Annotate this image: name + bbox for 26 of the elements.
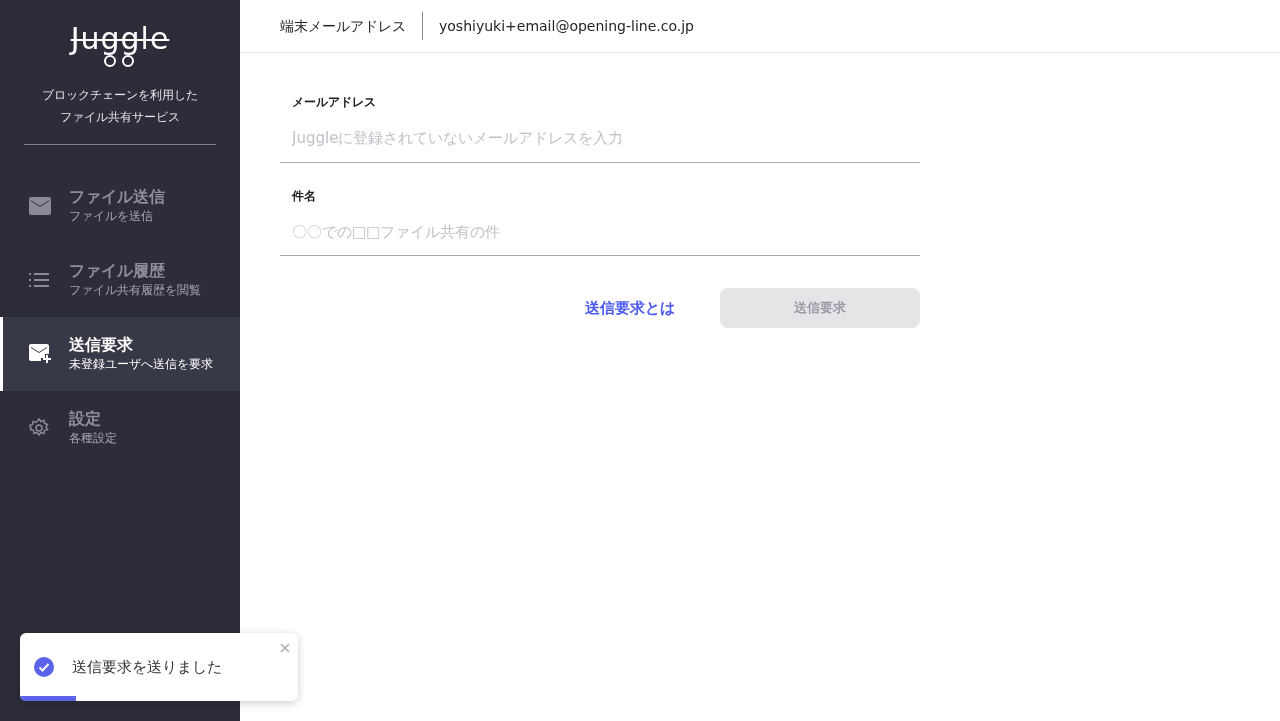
item-title: 設定 (69, 408, 102, 430)
header-email: yoshiyuki+email@opening-line.co.jp (438, 16, 694, 36)
toast-message: 送信要求を送りました (72, 656, 222, 678)
item-title: ファイル履歴 (69, 260, 166, 282)
mail-icon (29, 197, 51, 215)
help-link[interactable]: 送信要求とは (585, 296, 675, 320)
field-label: 件名 (292, 187, 317, 205)
sidebar-item[interactable]: ファイル履歴 ファイル共有履歴を閲覧 (0, 243, 240, 317)
logo: Juggle (70, 24, 170, 54)
item-subtitle: ファイルを送信 (69, 208, 154, 226)
list-icon (29, 272, 49, 288)
header-label: 端末メールアドレス (280, 12, 423, 40)
item-title: 送信要求 (69, 334, 134, 356)
tagline: ファイル共有サービス (59, 109, 181, 126)
sidebar-item[interactable]: 送信要求 未登録ユーザへ送信を要求 (0, 317, 240, 391)
item-subtitle: 未登録ユーザへ送信を要求 (69, 356, 213, 374)
sidebar-item[interactable]: ファイル送信 ファイルを送信 (0, 169, 240, 243)
sidebar-item[interactable]: 設定 各種設定 (0, 391, 240, 465)
gear-icon (29, 418, 49, 438)
mail-plus-icon (29, 344, 51, 364)
tagline: ブロックチェーンを利用した (42, 87, 198, 104)
item-subtitle: 各種設定 (69, 430, 117, 448)
check-icon (34, 657, 54, 677)
field-label: メールアドレス (292, 94, 377, 111)
item-subtitle: ファイル共有履歴を閲覧 (69, 282, 201, 300)
item-title: ファイル送信 (69, 186, 165, 208)
